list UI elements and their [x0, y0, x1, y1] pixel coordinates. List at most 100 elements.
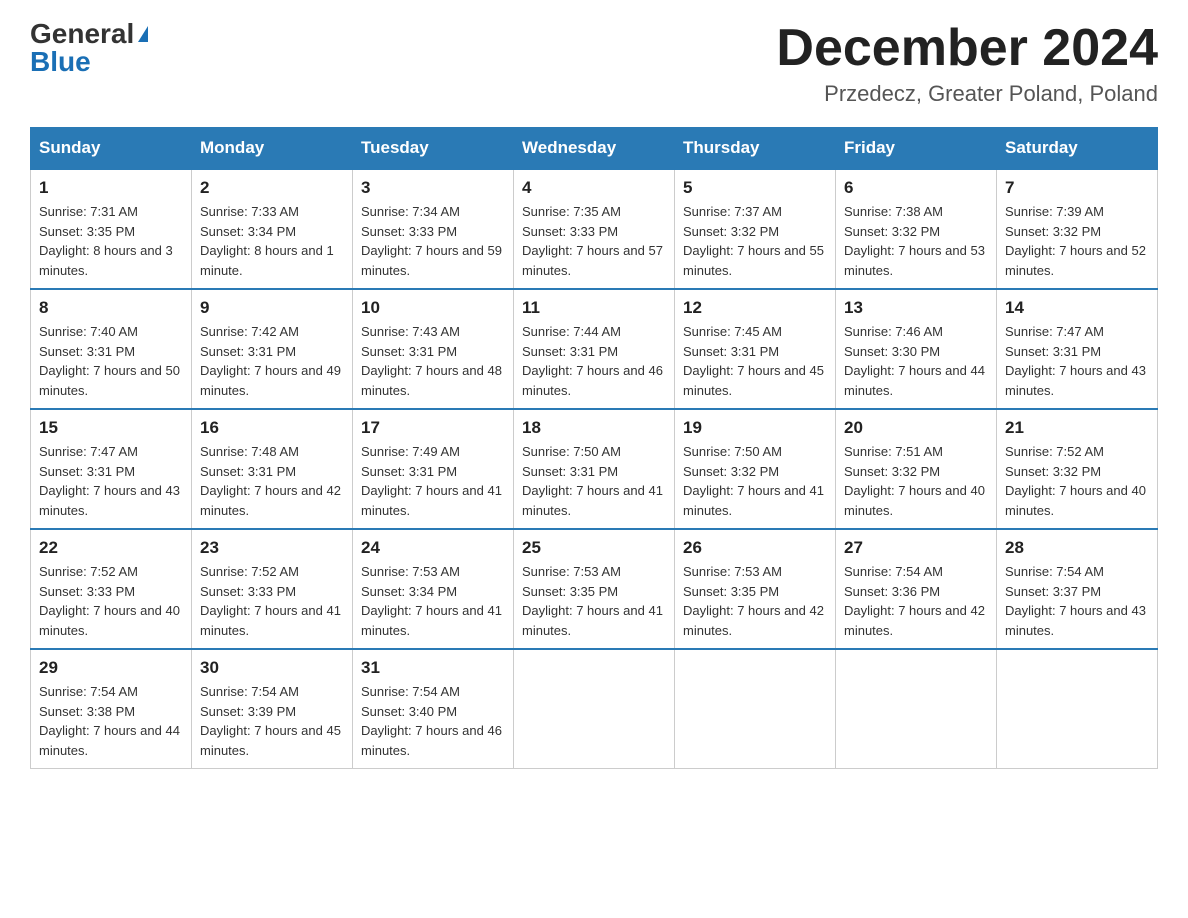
calendar-cell: 25 Sunrise: 7:53 AMSunset: 3:35 PMDaylig…	[514, 529, 675, 649]
calendar-cell: 3 Sunrise: 7:34 AMSunset: 3:33 PMDayligh…	[353, 169, 514, 289]
logo-blue-text: Blue	[30, 48, 91, 76]
calendar-cell: 21 Sunrise: 7:52 AMSunset: 3:32 PMDaylig…	[997, 409, 1158, 529]
day-info: Sunrise: 7:53 AMSunset: 3:34 PMDaylight:…	[361, 564, 502, 638]
day-info: Sunrise: 7:40 AMSunset: 3:31 PMDaylight:…	[39, 324, 180, 398]
header-saturday: Saturday	[997, 128, 1158, 170]
calendar-cell: 7 Sunrise: 7:39 AMSunset: 3:32 PMDayligh…	[997, 169, 1158, 289]
day-info: Sunrise: 7:33 AMSunset: 3:34 PMDaylight:…	[200, 204, 334, 278]
calendar-cell: 20 Sunrise: 7:51 AMSunset: 3:32 PMDaylig…	[836, 409, 997, 529]
day-number: 9	[200, 298, 344, 318]
calendar-week-row: 29 Sunrise: 7:54 AMSunset: 3:38 PMDaylig…	[31, 649, 1158, 769]
day-info: Sunrise: 7:34 AMSunset: 3:33 PMDaylight:…	[361, 204, 502, 278]
day-number: 20	[844, 418, 988, 438]
title-block: December 2024 Przedecz, Greater Poland, …	[776, 20, 1158, 107]
day-info: Sunrise: 7:52 AMSunset: 3:33 PMDaylight:…	[39, 564, 180, 638]
day-info: Sunrise: 7:38 AMSunset: 3:32 PMDaylight:…	[844, 204, 985, 278]
day-info: Sunrise: 7:43 AMSunset: 3:31 PMDaylight:…	[361, 324, 502, 398]
day-info: Sunrise: 7:45 AMSunset: 3:31 PMDaylight:…	[683, 324, 824, 398]
logo: General Blue	[30, 20, 148, 76]
day-number: 31	[361, 658, 505, 678]
calendar-cell: 4 Sunrise: 7:35 AMSunset: 3:33 PMDayligh…	[514, 169, 675, 289]
day-info: Sunrise: 7:47 AMSunset: 3:31 PMDaylight:…	[1005, 324, 1146, 398]
day-info: Sunrise: 7:48 AMSunset: 3:31 PMDaylight:…	[200, 444, 341, 518]
day-number: 1	[39, 178, 183, 198]
calendar-cell: 29 Sunrise: 7:54 AMSunset: 3:38 PMDaylig…	[31, 649, 192, 769]
calendar-cell: 6 Sunrise: 7:38 AMSunset: 3:32 PMDayligh…	[836, 169, 997, 289]
calendar-cell	[836, 649, 997, 769]
day-info: Sunrise: 7:51 AMSunset: 3:32 PMDaylight:…	[844, 444, 985, 518]
calendar-cell	[997, 649, 1158, 769]
calendar-cell: 31 Sunrise: 7:54 AMSunset: 3:40 PMDaylig…	[353, 649, 514, 769]
calendar-header-row: SundayMondayTuesdayWednesdayThursdayFrid…	[31, 128, 1158, 170]
calendar-cell: 12 Sunrise: 7:45 AMSunset: 3:31 PMDaylig…	[675, 289, 836, 409]
day-info: Sunrise: 7:46 AMSunset: 3:30 PMDaylight:…	[844, 324, 985, 398]
calendar-week-row: 22 Sunrise: 7:52 AMSunset: 3:33 PMDaylig…	[31, 529, 1158, 649]
day-number: 6	[844, 178, 988, 198]
day-number: 17	[361, 418, 505, 438]
calendar-cell: 19 Sunrise: 7:50 AMSunset: 3:32 PMDaylig…	[675, 409, 836, 529]
day-number: 27	[844, 538, 988, 558]
calendar-cell: 24 Sunrise: 7:53 AMSunset: 3:34 PMDaylig…	[353, 529, 514, 649]
day-info: Sunrise: 7:50 AMSunset: 3:32 PMDaylight:…	[683, 444, 824, 518]
calendar-week-row: 8 Sunrise: 7:40 AMSunset: 3:31 PMDayligh…	[31, 289, 1158, 409]
day-number: 26	[683, 538, 827, 558]
day-number: 10	[361, 298, 505, 318]
day-info: Sunrise: 7:44 AMSunset: 3:31 PMDaylight:…	[522, 324, 663, 398]
calendar-cell: 18 Sunrise: 7:50 AMSunset: 3:31 PMDaylig…	[514, 409, 675, 529]
calendar-cell: 27 Sunrise: 7:54 AMSunset: 3:36 PMDaylig…	[836, 529, 997, 649]
calendar-week-row: 15 Sunrise: 7:47 AMSunset: 3:31 PMDaylig…	[31, 409, 1158, 529]
day-info: Sunrise: 7:42 AMSunset: 3:31 PMDaylight:…	[200, 324, 341, 398]
day-number: 15	[39, 418, 183, 438]
day-info: Sunrise: 7:49 AMSunset: 3:31 PMDaylight:…	[361, 444, 502, 518]
day-number: 11	[522, 298, 666, 318]
calendar-cell: 10 Sunrise: 7:43 AMSunset: 3:31 PMDaylig…	[353, 289, 514, 409]
calendar-cell: 14 Sunrise: 7:47 AMSunset: 3:31 PMDaylig…	[997, 289, 1158, 409]
day-number: 3	[361, 178, 505, 198]
calendar-cell: 22 Sunrise: 7:52 AMSunset: 3:33 PMDaylig…	[31, 529, 192, 649]
calendar-cell: 8 Sunrise: 7:40 AMSunset: 3:31 PMDayligh…	[31, 289, 192, 409]
calendar-cell: 23 Sunrise: 7:52 AMSunset: 3:33 PMDaylig…	[192, 529, 353, 649]
calendar-cell: 28 Sunrise: 7:54 AMSunset: 3:37 PMDaylig…	[997, 529, 1158, 649]
day-number: 25	[522, 538, 666, 558]
day-number: 12	[683, 298, 827, 318]
day-number: 24	[361, 538, 505, 558]
header-monday: Monday	[192, 128, 353, 170]
day-info: Sunrise: 7:54 AMSunset: 3:36 PMDaylight:…	[844, 564, 985, 638]
day-number: 29	[39, 658, 183, 678]
calendar-cell	[675, 649, 836, 769]
calendar-cell: 9 Sunrise: 7:42 AMSunset: 3:31 PMDayligh…	[192, 289, 353, 409]
day-number: 14	[1005, 298, 1149, 318]
day-info: Sunrise: 7:39 AMSunset: 3:32 PMDaylight:…	[1005, 204, 1146, 278]
day-number: 7	[1005, 178, 1149, 198]
day-info: Sunrise: 7:53 AMSunset: 3:35 PMDaylight:…	[522, 564, 663, 638]
page-header: General Blue December 2024 Przedecz, Gre…	[30, 20, 1158, 107]
calendar-cell: 11 Sunrise: 7:44 AMSunset: 3:31 PMDaylig…	[514, 289, 675, 409]
calendar-cell: 26 Sunrise: 7:53 AMSunset: 3:35 PMDaylig…	[675, 529, 836, 649]
day-number: 19	[683, 418, 827, 438]
day-number: 18	[522, 418, 666, 438]
day-number: 28	[1005, 538, 1149, 558]
header-thursday: Thursday	[675, 128, 836, 170]
day-info: Sunrise: 7:53 AMSunset: 3:35 PMDaylight:…	[683, 564, 824, 638]
day-info: Sunrise: 7:54 AMSunset: 3:39 PMDaylight:…	[200, 684, 341, 758]
day-number: 16	[200, 418, 344, 438]
month-title: December 2024	[776, 20, 1158, 77]
calendar-cell	[514, 649, 675, 769]
calendar-cell: 1 Sunrise: 7:31 AMSunset: 3:35 PMDayligh…	[31, 169, 192, 289]
calendar-week-row: 1 Sunrise: 7:31 AMSunset: 3:35 PMDayligh…	[31, 169, 1158, 289]
header-wednesday: Wednesday	[514, 128, 675, 170]
day-info: Sunrise: 7:54 AMSunset: 3:37 PMDaylight:…	[1005, 564, 1146, 638]
calendar-table: SundayMondayTuesdayWednesdayThursdayFrid…	[30, 127, 1158, 769]
day-info: Sunrise: 7:52 AMSunset: 3:33 PMDaylight:…	[200, 564, 341, 638]
calendar-cell: 15 Sunrise: 7:47 AMSunset: 3:31 PMDaylig…	[31, 409, 192, 529]
logo-general-text: General	[30, 20, 134, 48]
calendar-cell: 5 Sunrise: 7:37 AMSunset: 3:32 PMDayligh…	[675, 169, 836, 289]
day-number: 23	[200, 538, 344, 558]
day-info: Sunrise: 7:31 AMSunset: 3:35 PMDaylight:…	[39, 204, 173, 278]
calendar-cell: 17 Sunrise: 7:49 AMSunset: 3:31 PMDaylig…	[353, 409, 514, 529]
header-sunday: Sunday	[31, 128, 192, 170]
header-friday: Friday	[836, 128, 997, 170]
location-text: Przedecz, Greater Poland, Poland	[776, 81, 1158, 107]
day-number: 30	[200, 658, 344, 678]
calendar-cell: 2 Sunrise: 7:33 AMSunset: 3:34 PMDayligh…	[192, 169, 353, 289]
